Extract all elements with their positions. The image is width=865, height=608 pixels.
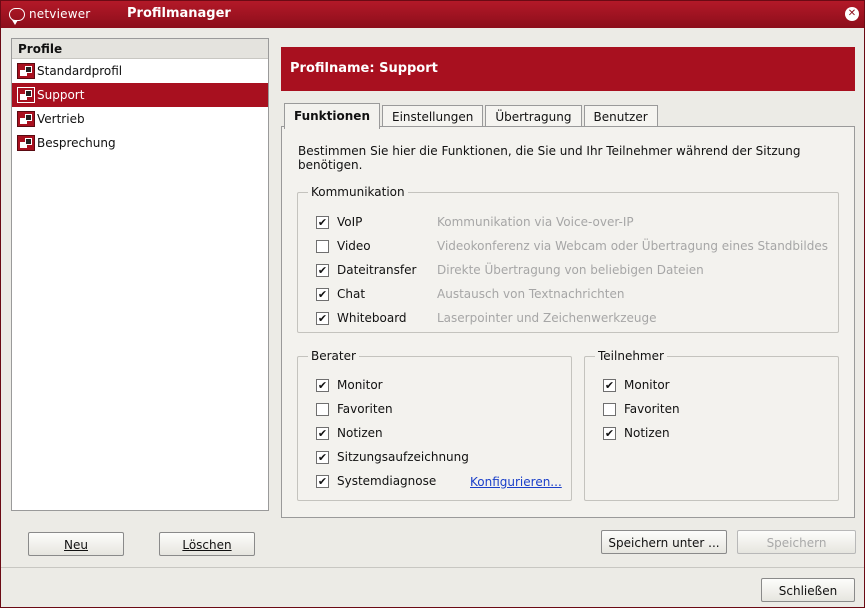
teilnehmer-group: Teilnehmer ✔ Monitor Favoriten ✔ Notizen bbox=[584, 349, 839, 501]
checkbox-box[interactable]: ✔ bbox=[316, 263, 329, 277]
checkbox-label: Monitor bbox=[337, 378, 383, 392]
checkbox-label: Notizen bbox=[337, 426, 383, 440]
checkbox-label: Favoriten bbox=[624, 402, 680, 416]
checkbox-video[interactable]: Video bbox=[316, 238, 371, 254]
checkbox-label: Chat bbox=[337, 287, 366, 301]
checkbox-box[interactable] bbox=[316, 402, 329, 416]
checkbox-label: Whiteboard bbox=[337, 311, 407, 325]
checkbox-berater-favoriten[interactable]: Favoriten bbox=[316, 401, 393, 417]
profile-item-label: Standardprofil bbox=[37, 64, 123, 78]
checkbox-chat[interactable]: ✔ Chat bbox=[316, 286, 365, 302]
profile-item-support[interactable]: Support bbox=[12, 83, 268, 107]
checkbox-box[interactable] bbox=[316, 239, 329, 253]
checkbox-whiteboard[interactable]: ✔ Whiteboard bbox=[316, 310, 407, 326]
checkbox-voip[interactable]: ✔ VoIP bbox=[316, 214, 362, 230]
checkbox-teilnehmer-notizen[interactable]: ✔ Notizen bbox=[603, 425, 670, 441]
checkbox-berater-notizen[interactable]: ✔ Notizen bbox=[316, 425, 383, 441]
profile-list-header: Profile bbox=[12, 39, 268, 59]
configure-link[interactable]: Konfigurieren... bbox=[470, 475, 562, 489]
new-button-label: Neu bbox=[64, 538, 88, 552]
checkbox-box[interactable]: ✔ bbox=[316, 474, 329, 488]
profile-icon bbox=[17, 87, 35, 103]
speech-bubble-icon bbox=[9, 7, 25, 25]
checkbox-label: Notizen bbox=[624, 426, 670, 440]
delete-profile-button[interactable]: Löschen bbox=[159, 532, 255, 556]
profile-list: Standardprofil Support Vertrieb Besprech… bbox=[12, 59, 268, 155]
checkbox-sitzungsaufzeichnung[interactable]: ✔ Sitzungsaufzeichnung bbox=[316, 449, 469, 465]
close-button[interactable]: Schließen bbox=[761, 578, 855, 602]
checkbox-box[interactable]: ✔ bbox=[603, 378, 616, 392]
checkbox-label: Monitor bbox=[624, 378, 670, 392]
funktionen-panel: Bestimmen Sie hier die Funktionen, die S… bbox=[281, 126, 855, 518]
profile-name-banner: Profilname: Support bbox=[281, 47, 855, 91]
new-profile-button[interactable]: Neu bbox=[28, 532, 124, 556]
profile-list-panel: Profile Standardprofil Support Vertrieb … bbox=[11, 38, 269, 511]
checkbox-box[interactable]: ✔ bbox=[316, 215, 329, 229]
profile-icon bbox=[17, 63, 35, 79]
checkbox-label: Favoriten bbox=[337, 402, 393, 416]
checkbox-box[interactable]: ✔ bbox=[316, 450, 329, 464]
window-title: Profilmanager bbox=[127, 6, 231, 21]
checkbox-box[interactable] bbox=[603, 402, 616, 416]
checkbox-label: VoIP bbox=[337, 215, 363, 229]
group-title: Kommunikation bbox=[308, 185, 408, 199]
intro-text: Bestimmen Sie hier die Funktionen, die S… bbox=[298, 144, 801, 172]
kommunikation-group: Kommunikation ✔ VoIP Kommunikation via V… bbox=[297, 185, 839, 333]
group-title: Berater bbox=[308, 349, 359, 363]
checkbox-teilnehmer-monitor[interactable]: ✔ Monitor bbox=[603, 377, 670, 393]
feature-description: Direkte Übertragung von beliebigen Datei… bbox=[437, 263, 704, 277]
checkbox-teilnehmer-favoriten[interactable]: Favoriten bbox=[603, 401, 680, 417]
profile-item-vertrieb[interactable]: Vertrieb bbox=[12, 107, 268, 131]
checkbox-box[interactable]: ✔ bbox=[316, 311, 329, 325]
close-icon[interactable]: ✕ bbox=[845, 7, 859, 21]
feature-description: Laserpointer und Zeichenwerkzeuge bbox=[437, 311, 657, 325]
tab-bar: Funktionen Einstellungen Übertragung Ben… bbox=[284, 103, 660, 129]
profile-icon bbox=[17, 135, 35, 151]
feature-description: Videokonferenz via Webcam oder Übertragu… bbox=[437, 239, 828, 253]
checkbox-berater-monitor[interactable]: ✔ Monitor bbox=[316, 377, 383, 393]
footer-divider bbox=[1, 567, 864, 568]
profile-item-label: Vertrieb bbox=[37, 112, 85, 126]
profile-icon bbox=[17, 111, 35, 127]
profile-item-standardprofil[interactable]: Standardprofil bbox=[12, 59, 268, 83]
checkbox-dateitransfer[interactable]: ✔ Dateitransfer bbox=[316, 262, 416, 278]
checkbox-label: Dateitransfer bbox=[337, 263, 417, 277]
profile-item-label: Besprechung bbox=[37, 136, 116, 150]
tab-funktionen[interactable]: Funktionen bbox=[284, 103, 380, 129]
netviewer-logo: netviewer bbox=[9, 5, 91, 25]
feature-description: Austausch von Textnachrichten bbox=[437, 287, 625, 301]
checkbox-box[interactable]: ✔ bbox=[316, 287, 329, 301]
profilmanager-window: netviewer Profilmanager ✕ Profile Standa… bbox=[0, 0, 865, 608]
title-bar[interactable]: netviewer Profilmanager ✕ bbox=[1, 1, 864, 28]
save-button[interactable]: Speichern bbox=[737, 530, 856, 554]
checkbox-label: Video bbox=[337, 239, 371, 253]
checkbox-box[interactable]: ✔ bbox=[316, 378, 329, 392]
checkbox-systemdiagnose[interactable]: ✔ Systemdiagnose bbox=[316, 473, 436, 489]
feature-description: Kommunikation via Voice-over-IP bbox=[437, 215, 634, 229]
group-title: Teilnehmer bbox=[595, 349, 667, 363]
checkbox-label: Sitzungsaufzeichnung bbox=[337, 450, 469, 464]
delete-button-label: Löschen bbox=[182, 538, 232, 552]
save-as-button[interactable]: Speichern unter ... bbox=[601, 530, 727, 554]
checkbox-label: Systemdiagnose bbox=[337, 474, 437, 488]
checkbox-box[interactable]: ✔ bbox=[316, 426, 329, 440]
checkbox-box[interactable]: ✔ bbox=[603, 426, 616, 440]
logo-text: netviewer bbox=[29, 7, 91, 21]
profile-item-label: Support bbox=[37, 88, 85, 102]
berater-group: Berater ✔ Monitor Favoriten ✔ Notizen ✔ … bbox=[297, 349, 572, 501]
profile-item-besprechung[interactable]: Besprechung bbox=[12, 131, 268, 155]
